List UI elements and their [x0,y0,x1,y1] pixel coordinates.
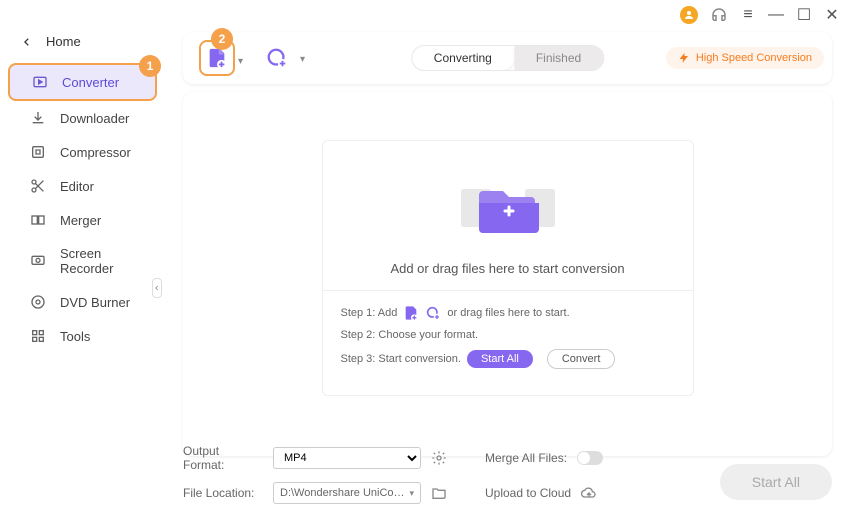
status-tabs: Converting Finished [411,45,604,71]
sidebar-item-downloader[interactable]: Downloader [8,101,157,135]
add-url-icon [266,47,288,69]
hsc-label: High Speed Conversion [696,52,812,64]
add-file-icon [206,47,228,69]
converter-icon [32,74,48,90]
output-format-select[interactable]: MP4 [273,447,421,469]
disc-icon [30,294,46,310]
step-badge-2: 2 [211,28,233,50]
high-speed-conversion-button[interactable]: High Speed Conversion [666,47,824,69]
sidebar-item-editor[interactable]: Editor [8,169,157,203]
nav-label: Editor [60,179,94,194]
scissors-icon [30,178,46,194]
chevron-down-icon: ▾ [300,54,305,65]
toolbar: 2 ▾ ▾ Converting Finished High Speed Con… [183,32,832,84]
settings-icon[interactable] [431,450,447,466]
sidebar-item-merger[interactable]: Merger [8,203,157,237]
content-panel: Add or drag files here to start conversi… [183,92,832,456]
dropzone-text: Add or drag files here to start conversi… [323,253,693,290]
file-location-label: File Location: [183,486,263,500]
merger-icon [30,212,46,228]
start-all-button[interactable]: Start All [720,464,832,500]
folder-icon[interactable] [431,485,447,501]
home-label: Home [46,34,81,49]
nav-label: Downloader [60,111,129,126]
sidebar-item-screen-recorder[interactable]: Screen Recorder [8,237,157,285]
output-format-label: Output Format: [183,444,263,472]
upload-label: Upload to Cloud [485,486,571,500]
recorder-icon [30,253,46,269]
sidebar-collapse-handle[interactable] [152,278,162,298]
nav-label: Compressor [60,145,131,160]
chevron-down-icon: ▾ [238,56,243,67]
start-all-pill[interactable]: Start All [467,350,533,368]
compressor-icon [30,144,46,160]
home-button[interactable]: Home [0,26,165,63]
nav-label: Merger [60,213,101,228]
nav-label: DVD Burner [60,295,130,310]
add-file-button[interactable]: 2 ▾ [199,40,235,76]
merge-toggle[interactable] [577,451,603,465]
nav-label: Converter [62,75,119,90]
folder-illustration [323,141,693,253]
sidebar: Home Converter 1 Downloader Compressor E… [0,0,165,526]
main-area: 2 ▾ ▾ Converting Finished High Speed Con… [165,0,850,526]
merge-label: Merge All Files: [485,451,567,465]
step-1: Step 1: Add or drag files here to start. [341,305,675,321]
sidebar-item-tools[interactable]: Tools [8,319,157,353]
sidebar-item-dvd-burner[interactable]: DVD Burner [8,285,157,319]
dropzone[interactable]: Add or drag files here to start conversi… [322,140,694,396]
back-icon [22,37,32,47]
cloud-icon[interactable] [581,485,597,501]
nav-label: Screen Recorder [60,246,145,276]
lightning-icon [678,52,690,64]
sidebar-item-converter[interactable]: Converter 1 [8,63,157,101]
add-url-icon[interactable] [425,305,441,321]
nav-label: Tools [60,329,90,344]
tab-converting[interactable]: Converting [412,46,514,70]
grid-icon [30,328,46,344]
file-location-select[interactable]: D:\Wondershare UniConverter 1 ▾ [273,482,421,504]
convert-pill[interactable]: Convert [547,349,616,369]
sidebar-item-compressor[interactable]: Compressor [8,135,157,169]
step-3: Step 3: Start conversion. Start All Conv… [341,349,675,369]
add-file-icon[interactable] [403,305,419,321]
step-badge-1: 1 [139,55,161,77]
download-icon [30,110,46,126]
steps-panel: Step 1: Add or drag files here to start.… [323,290,693,369]
add-url-button[interactable]: ▾ [259,40,295,76]
tab-finished[interactable]: Finished [514,46,603,70]
step-2: Step 2: Choose your format. [341,329,675,341]
